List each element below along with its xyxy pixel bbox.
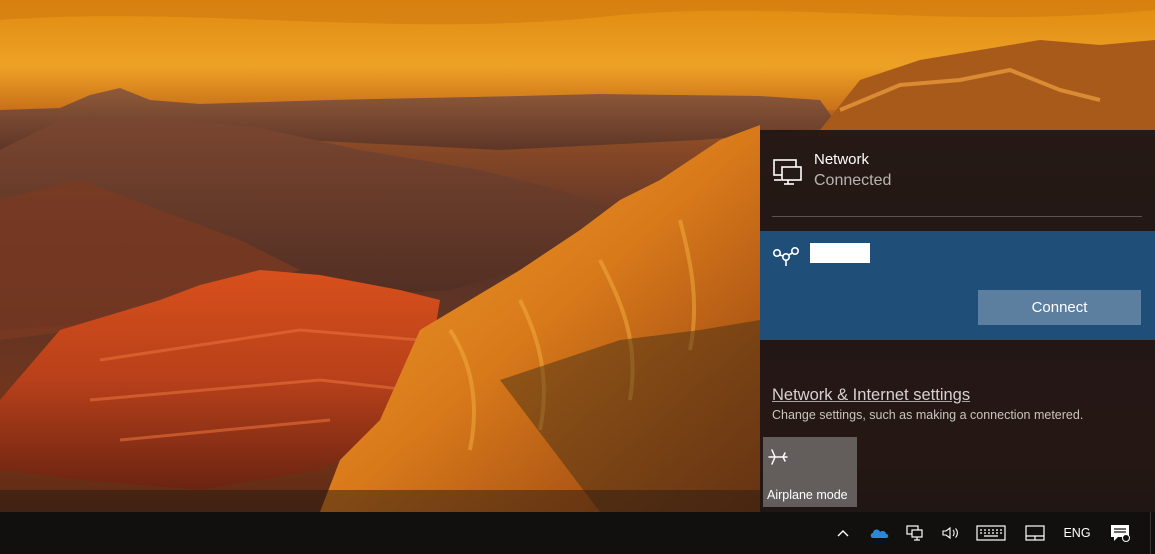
tablet-mode-icon[interactable]	[1022, 512, 1048, 554]
current-network-name: Network	[814, 151, 870, 168]
input-language-indicator[interactable]: ENG	[1058, 512, 1096, 554]
chevron-up-icon[interactable]	[832, 512, 854, 554]
network-settings-description: Change settings, such as making a connec…	[772, 408, 1084, 422]
show-desktop-button[interactable]	[1150, 512, 1155, 554]
airplane-mode-label: Airplane mode	[767, 488, 848, 502]
keyboard-icon[interactable]	[974, 512, 1008, 554]
taskbar: ENG	[0, 512, 1155, 554]
current-network-status: Connected	[814, 172, 892, 189]
wired-network-icon	[772, 158, 804, 186]
speaker-icon[interactable]	[938, 512, 964, 554]
airplane-mode-toggle[interactable]: Airplane mode	[763, 437, 857, 507]
cloud-icon[interactable]	[866, 512, 892, 554]
wifi-network-item[interactable]: Connect	[760, 231, 1155, 340]
divider	[772, 216, 1142, 217]
network-flyout: Network Connected Connect Network & Inte…	[760, 130, 1155, 512]
connect-button[interactable]: Connect	[978, 290, 1141, 325]
wifi-hotspot-icon	[772, 245, 800, 269]
action-center-icon[interactable]	[1106, 512, 1134, 554]
network-settings-link[interactable]: Network & Internet settings	[772, 386, 970, 405]
airplane-icon	[767, 447, 789, 467]
network-icon[interactable]	[902, 512, 928, 554]
wifi-network-name	[810, 243, 870, 263]
current-network-item[interactable]: Network Connected	[760, 130, 1155, 216]
